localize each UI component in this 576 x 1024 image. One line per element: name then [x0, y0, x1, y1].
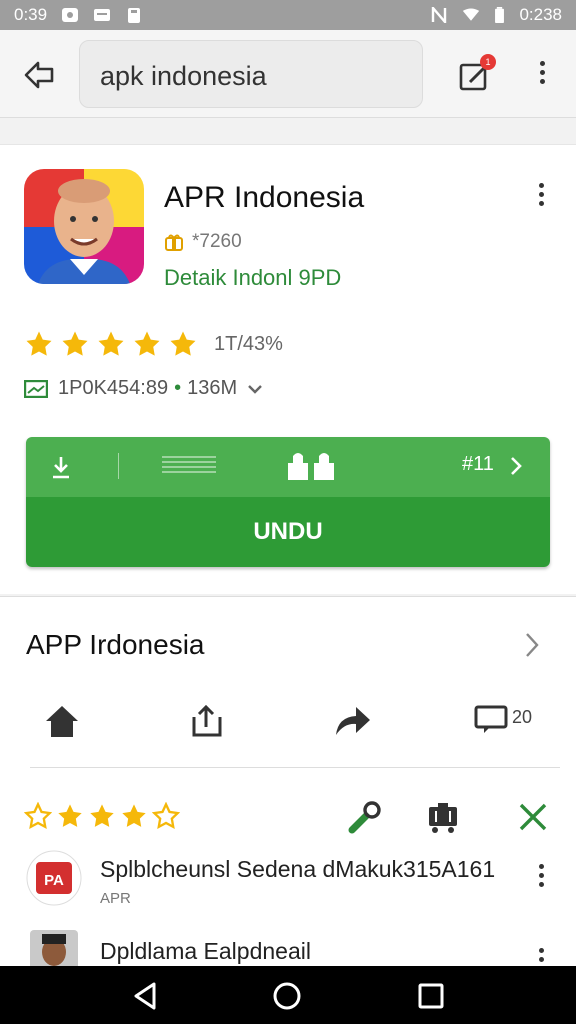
svg-text:PA: PA: [44, 872, 64, 889]
separator-dot: •: [174, 377, 182, 399]
clipboard-icon: [128, 8, 141, 23]
app-section: APP Irdonesia 20: [0, 596, 576, 792]
star-icon: [98, 331, 124, 356]
notification-badge: 1: [480, 54, 496, 70]
star-icon: [62, 331, 88, 356]
star-icon: [170, 331, 196, 356]
overflow-menu-icon[interactable]: [539, 61, 545, 87]
review-title: Dpldlama Ealpdneail: [100, 938, 311, 964]
install-count: #11: [462, 453, 494, 475]
chevron-right-icon[interactable]: [524, 631, 540, 659]
mail-icon: [24, 379, 48, 398]
install-button-label: UNDU: [253, 518, 323, 545]
recents-nav-icon[interactable]: [416, 981, 446, 1011]
app-info-row[interactable]: 1P0K454:89 • 136M: [24, 377, 263, 400]
message-icon: [94, 9, 111, 21]
comments-button[interactable]: 20: [474, 701, 538, 741]
image-icon: [62, 8, 79, 22]
rating-text: *7260: [192, 231, 242, 252]
status-time: 0:39: [14, 5, 48, 24]
star-rating: 1T/43%: [24, 329, 283, 359]
reviews-section: PA Splblcheunsl Sedena dMakuk315A161 APR…: [0, 792, 576, 971]
star-icon[interactable]: [88, 802, 116, 830]
rating-summary: 1T/43%: [214, 332, 283, 355]
app-rating: *7260: [164, 231, 242, 253]
chat-icon: [474, 705, 508, 733]
gift-icon: [165, 234, 183, 251]
size-text: 136M: [187, 377, 238, 399]
chevron-down-icon[interactable]: [247, 384, 263, 394]
battery-icon: [495, 7, 505, 23]
install-panel: #11 UNDU: [26, 437, 550, 567]
developer-link[interactable]: Detaik Indonl 9PD: [164, 265, 341, 291]
app-overflow-menu-icon[interactable]: [538, 183, 544, 209]
home-icon[interactable]: [42, 701, 82, 741]
app-icon[interactable]: [24, 169, 144, 284]
share-icon[interactable]: [186, 701, 226, 741]
equalizer-icon[interactable]: [162, 453, 216, 477]
star-outline-icon[interactable]: [152, 802, 180, 830]
back-nav-icon[interactable]: [130, 981, 160, 1011]
list-item[interactable]: PA Splblcheunsl Sedena dMakuk315A161 APR: [0, 850, 576, 910]
avatar: [30, 930, 78, 970]
section-divider: [30, 767, 560, 768]
comment-count: 20: [512, 707, 533, 727]
navigation-bar: [0, 966, 576, 1024]
chevron-right-icon[interactable]: [510, 456, 522, 476]
status-bar: 0:39 0:238: [0, 0, 576, 30]
star-icon[interactable]: [120, 802, 148, 830]
star-icon: [134, 331, 160, 356]
install-button[interactable]: UNDU: [26, 497, 550, 567]
app-title: APR Indonesia: [164, 181, 365, 214]
search-input[interactable]: apk indonesia: [79, 40, 423, 108]
avatar: PA: [26, 850, 82, 906]
install-options-bar: #11: [26, 437, 550, 497]
search-query: apk indonesia: [100, 61, 267, 91]
forward-icon[interactable]: [332, 701, 372, 741]
star-outline-icon[interactable]: [24, 802, 52, 830]
rate-stars[interactable]: [24, 802, 184, 830]
no-sim-icon: [432, 7, 447, 23]
star-icon[interactable]: [56, 802, 84, 830]
wrench-icon[interactable]: [348, 800, 382, 834]
app-card: APR Indonesia *7260 Detaik Indonl 9PD 1T…: [0, 144, 576, 594]
review-subtitle: APR: [100, 890, 131, 907]
divider: [118, 453, 119, 479]
close-icon[interactable]: [516, 800, 550, 834]
review-overflow-menu-icon[interactable]: [538, 864, 544, 890]
shopping-bag-icon[interactable]: [286, 451, 338, 481]
status-clock: 0:238: [519, 5, 562, 24]
home-nav-icon[interactable]: [272, 981, 302, 1011]
download-icon[interactable]: [50, 455, 72, 479]
back-arrow-icon[interactable]: [22, 58, 56, 92]
search-app-bar: apk indonesia 1: [0, 30, 576, 118]
review-title: Splblcheunsl Sedena dMakuk315A161: [100, 856, 496, 882]
section-title[interactable]: APP Irdonesia: [26, 629, 205, 661]
wifi-icon: [463, 8, 480, 21]
info-text: 1P0K454:89: [58, 377, 169, 399]
luggage-icon[interactable]: [426, 800, 460, 834]
star-icon: [26, 331, 52, 356]
